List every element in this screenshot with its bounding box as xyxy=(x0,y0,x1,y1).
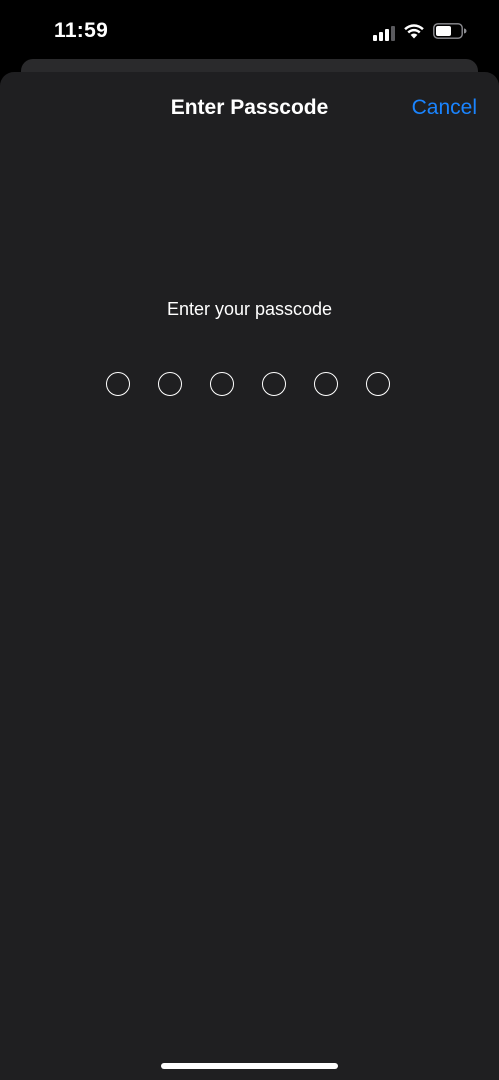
status-icons xyxy=(373,22,467,44)
home-indicator[interactable] xyxy=(161,1063,338,1069)
passcode-screen: 11:59 Enter Passcode Cancel Enter your p… xyxy=(0,0,499,1080)
battery-icon xyxy=(433,22,467,44)
passcode-dot-2 xyxy=(158,372,182,396)
cancel-button[interactable]: Cancel xyxy=(412,96,477,120)
wifi-icon xyxy=(403,23,425,44)
passcode-dots xyxy=(106,372,390,396)
passcode-prompt: Enter your passcode xyxy=(166,299,333,319)
passcode-dot-1 xyxy=(106,372,130,396)
passcode-sheet: Enter Passcode Cancel Enter your passcod… xyxy=(0,72,499,1080)
cellular-signal-icon xyxy=(373,25,395,41)
status-bar: 11:59 xyxy=(0,0,499,64)
passcode-dot-5 xyxy=(314,372,338,396)
status-time: 11:59 xyxy=(54,19,109,42)
passcode-dot-6 xyxy=(366,372,390,396)
passcode-dot-3 xyxy=(210,372,234,396)
passcode-dot-4 xyxy=(262,372,286,396)
